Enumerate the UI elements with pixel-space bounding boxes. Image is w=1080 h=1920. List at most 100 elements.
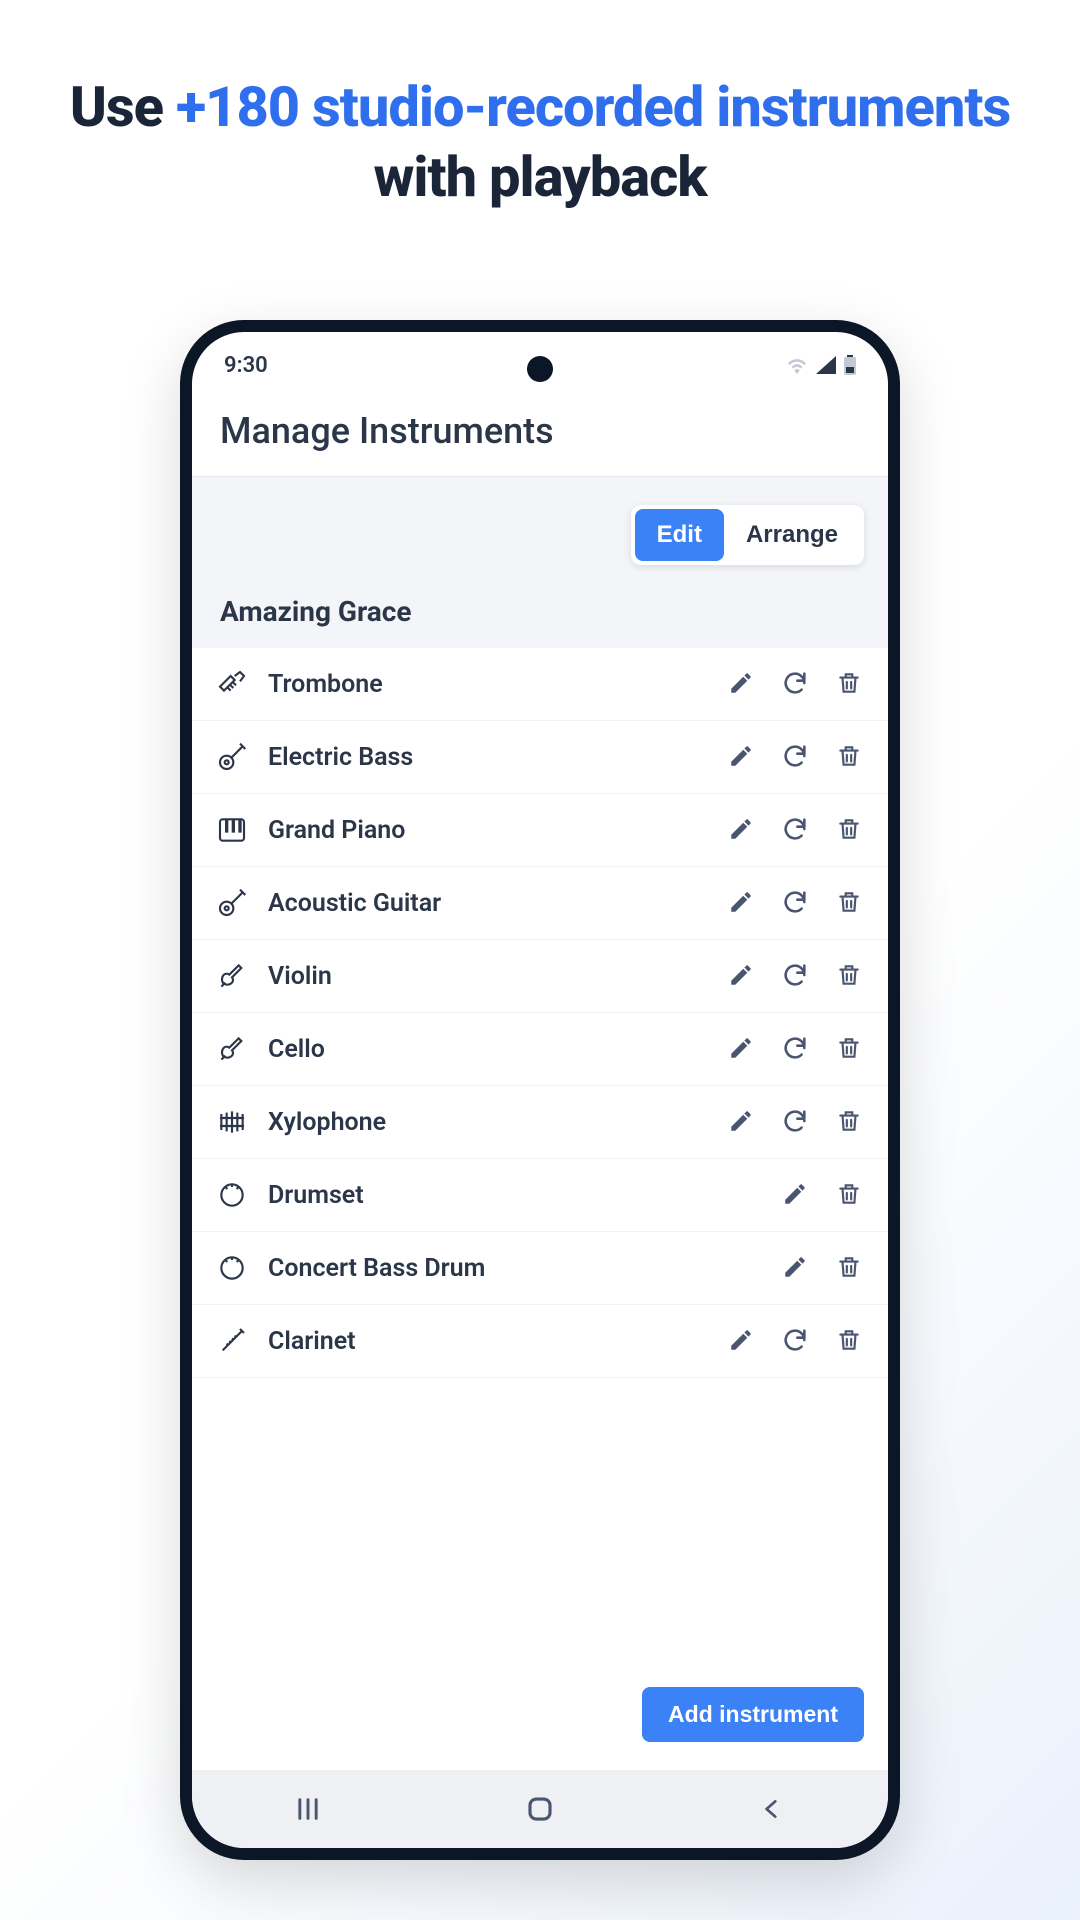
- delete-button[interactable]: [834, 888, 864, 918]
- sync-button[interactable]: [780, 1326, 810, 1356]
- pencil-icon: [728, 889, 754, 918]
- instrument-row-violin: Violin: [192, 940, 888, 1013]
- trash-icon: [836, 1254, 862, 1283]
- instrument-row-drumset: Drumset: [192, 1159, 888, 1232]
- row-actions: [726, 1107, 864, 1137]
- back-button[interactable]: [752, 1789, 792, 1829]
- edit-button[interactable]: [726, 1326, 756, 1356]
- sync-icon: [781, 815, 809, 846]
- sync-button[interactable]: [780, 669, 810, 699]
- sync-button[interactable]: [780, 961, 810, 991]
- trash-icon: [836, 962, 862, 991]
- violin-icon: [216, 1033, 248, 1065]
- row-actions: [726, 1034, 864, 1064]
- add-instrument-button[interactable]: Add instrument: [642, 1687, 864, 1742]
- trash-icon: [836, 743, 862, 772]
- trash-icon: [836, 1181, 862, 1210]
- row-actions: [726, 1326, 864, 1356]
- promo-pre: Use: [70, 74, 176, 140]
- guitar-icon: [216, 887, 248, 919]
- trash-icon: [836, 670, 862, 699]
- pencil-icon: [728, 962, 754, 991]
- wifi-icon: [786, 356, 808, 374]
- instrument-name: Grand Piano: [268, 816, 706, 845]
- pencil-icon: [728, 1035, 754, 1064]
- android-nav-bar: [192, 1770, 888, 1848]
- page-title: Manage Instruments: [192, 392, 888, 477]
- edit-button[interactable]: [780, 1180, 810, 1210]
- row-actions: [780, 1180, 864, 1210]
- recents-button[interactable]: [288, 1789, 328, 1829]
- xylophone-icon: [216, 1106, 248, 1138]
- delete-button[interactable]: [834, 1180, 864, 1210]
- pencil-icon: [782, 1254, 808, 1283]
- sync-icon: [781, 888, 809, 919]
- instrument-name: Cello: [268, 1035, 706, 1064]
- violin-icon: [216, 960, 248, 992]
- edit-button[interactable]: [726, 888, 756, 918]
- trash-icon: [836, 1035, 862, 1064]
- sync-button[interactable]: [780, 1034, 810, 1064]
- instrument-name: Acoustic Guitar: [268, 889, 706, 918]
- pencil-icon: [782, 1181, 808, 1210]
- delete-button[interactable]: [834, 1107, 864, 1137]
- pencil-icon: [728, 1108, 754, 1137]
- sync-icon: [781, 1326, 809, 1357]
- song-title: Amazing Grace: [216, 589, 864, 648]
- delete-button[interactable]: [834, 1326, 864, 1356]
- delete-button[interactable]: [834, 815, 864, 845]
- sync-button[interactable]: [780, 742, 810, 772]
- pencil-icon: [728, 743, 754, 772]
- signal-icon: [816, 356, 836, 374]
- instrument-name: Concert Bass Drum: [268, 1254, 760, 1283]
- instrument-row-clarinet: Clarinet: [192, 1305, 888, 1378]
- instrument-row-grand-piano: Grand Piano: [192, 794, 888, 867]
- tab-edit[interactable]: Edit: [635, 509, 724, 561]
- edit-button[interactable]: [726, 742, 756, 772]
- sync-icon: [781, 1107, 809, 1138]
- add-bar: Add instrument: [192, 1665, 888, 1770]
- edit-button[interactable]: [726, 961, 756, 991]
- instrument-list[interactable]: TromboneElectric BassGrand PianoAcoustic…: [192, 648, 888, 1665]
- delete-button[interactable]: [834, 669, 864, 699]
- instrument-row-trombone: Trombone: [192, 648, 888, 721]
- instrument-name: Violin: [268, 962, 706, 991]
- instrument-name: Clarinet: [268, 1327, 706, 1356]
- home-button[interactable]: [520, 1789, 560, 1829]
- sync-icon: [781, 1034, 809, 1065]
- sync-button[interactable]: [780, 815, 810, 845]
- trash-icon: [836, 889, 862, 918]
- phone-screen: 9:30 Manage Instruments Edit Arrange Ama…: [192, 332, 888, 1848]
- edit-button[interactable]: [780, 1253, 810, 1283]
- row-actions: [726, 961, 864, 991]
- trash-icon: [836, 1327, 862, 1356]
- promo-accent: +180 studio-recorded instruments: [176, 74, 1010, 140]
- edit-button[interactable]: [726, 669, 756, 699]
- sync-icon: [781, 669, 809, 700]
- segmented-control: Edit Arrange: [631, 505, 864, 565]
- sync-button[interactable]: [780, 1107, 810, 1137]
- delete-button[interactable]: [834, 961, 864, 991]
- edit-button[interactable]: [726, 1034, 756, 1064]
- tab-arrange[interactable]: Arrange: [724, 509, 860, 561]
- status-icons: [786, 355, 856, 375]
- camera-notch: [527, 356, 553, 382]
- tab-section: Edit Arrange Amazing Grace: [192, 477, 888, 648]
- trumpet-icon: [216, 668, 248, 700]
- edit-button[interactable]: [726, 1107, 756, 1137]
- guitar-icon: [216, 741, 248, 773]
- battery-icon: [844, 355, 856, 375]
- delete-button[interactable]: [834, 1034, 864, 1064]
- instrument-row-concert-bass-drum: Concert Bass Drum: [192, 1232, 888, 1305]
- drum-icon: [216, 1252, 248, 1284]
- sync-icon: [781, 961, 809, 992]
- delete-button[interactable]: [834, 742, 864, 772]
- sync-button[interactable]: [780, 888, 810, 918]
- promo-headline: Use +180 studio-recorded instruments wit…: [0, 0, 1080, 212]
- delete-button[interactable]: [834, 1253, 864, 1283]
- edit-button[interactable]: [726, 815, 756, 845]
- instrument-row-xylophone: Xylophone: [192, 1086, 888, 1159]
- sync-icon: [781, 742, 809, 773]
- phone-frame: 9:30 Manage Instruments Edit Arrange Ama…: [180, 320, 900, 1860]
- drum-icon: [216, 1179, 248, 1211]
